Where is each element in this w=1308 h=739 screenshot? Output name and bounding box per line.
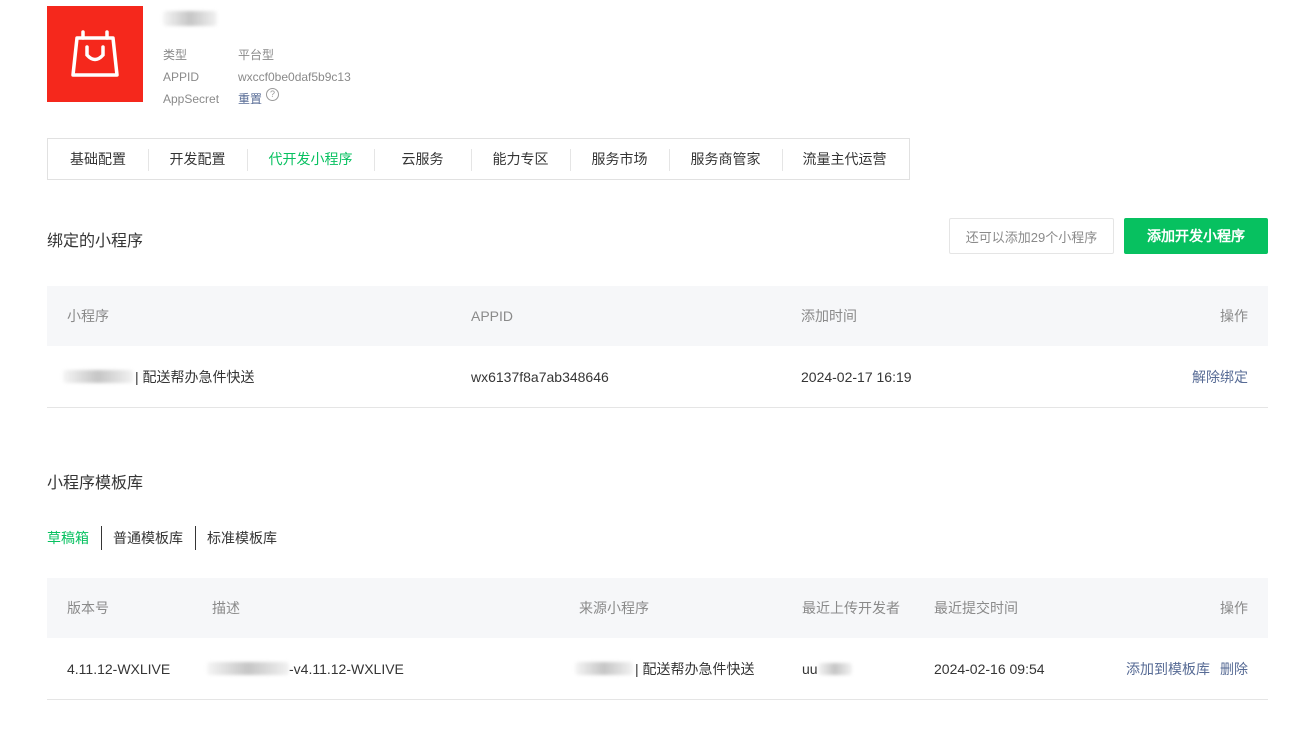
col-header-description: 描述 <box>212 600 240 616</box>
tab-cloud-service[interactable]: 云服务 <box>374 149 471 171</box>
info-row-appsecret: AppSecret 重置 ? <box>163 88 351 110</box>
info-label: AppSecret <box>163 92 220 106</box>
col-header-developer: 最近上传开发者 <box>802 600 900 616</box>
template-section-title: 小程序模板库 <box>47 475 144 492</box>
col-header-action: 操作 <box>1220 308 1248 324</box>
col-header-appid: APPID <box>471 308 514 324</box>
source-cell: | 配送帮办急件快送 <box>575 638 755 700</box>
add-miniprogram-button[interactable]: 添加开发小程序 <box>1124 218 1268 254</box>
main-tabs: 基础配置 开发配置 代开发小程序 云服务 能力专区 服务市场 服务商管家 流量主… <box>47 138 910 180</box>
help-question-icon[interactable]: ? <box>266 88 280 101</box>
submit-time-cell: 2024-02-16 09:54 <box>934 661 1045 677</box>
tab-service-butler[interactable]: 服务商管家 <box>669 149 782 171</box>
table-row: 4.11.12-WXLIVE -v4.11.12-WXLIVE | 配送帮办急件… <box>47 638 1268 700</box>
add-time-cell: 2024-02-17 16:19 <box>801 369 912 385</box>
info-value: 平台型 <box>238 48 275 62</box>
tab-proxy-dev-miniprogram[interactable]: 代开发小程序 <box>247 149 374 171</box>
col-header-source: 来源小程序 <box>579 600 649 616</box>
template-table-header: 版本号 描述 来源小程序 最近上传开发者 最近提交时间 操作 <box>47 578 1268 638</box>
miniprogram-name-cell: | 配送帮办急件快送 <box>63 346 255 408</box>
tab-dev-config[interactable]: 开发配置 <box>148 149 247 171</box>
reset-secret-link[interactable]: 重置 <box>238 88 262 110</box>
info-value: wxccf0be0daf5b9c13 <box>238 70 351 84</box>
info-label: APPID <box>163 70 200 84</box>
app-name-redacted <box>163 11 217 26</box>
info-label: 类型 <box>163 48 188 62</box>
shopping-bag-icon <box>71 30 119 77</box>
info-row-type: 类型 平台型 <box>163 44 351 66</box>
subtab-drafts[interactable]: 草稿箱 <box>47 526 101 550</box>
template-subtabs: 草稿箱 普通模板库 标准模板库 <box>47 526 289 550</box>
delete-link[interactable]: 删除 <box>1220 638 1248 700</box>
tab-basic-config[interactable]: 基础配置 <box>48 149 148 169</box>
info-row-appid: APPID wxccf0be0daf5b9c13 <box>163 66 351 88</box>
app-logo <box>47 6 143 102</box>
col-header-miniprogram: 小程序 <box>67 308 109 324</box>
subtab-normal-templates[interactable]: 普通模板库 <box>101 526 195 550</box>
tab-traffic-operation[interactable]: 流量主代运营 <box>782 149 907 171</box>
subtab-standard-templates[interactable]: 标准模板库 <box>195 526 289 550</box>
description-cell: -v4.11.12-WXLIVE <box>207 638 404 700</box>
app-info: 类型 平台型 APPID wxccf0be0daf5b9c13 AppSecre… <box>163 44 351 110</box>
quota-text: 还可以添加29个小程序 <box>949 218 1114 254</box>
version-cell: 4.11.12-WXLIVE <box>67 661 171 677</box>
bound-section-title: 绑定的小程序 <box>47 233 144 250</box>
add-to-template-link[interactable]: 添加到模板库 <box>1126 638 1210 700</box>
developer-cell: uu <box>802 638 852 700</box>
unbind-link[interactable]: 解除绑定 <box>1192 346 1248 408</box>
bound-table-header: 小程序 APPID 添加时间 操作 <box>47 286 1268 346</box>
col-header-add-time: 添加时间 <box>801 308 857 324</box>
col-header-submit-time: 最近提交时间 <box>934 600 1018 616</box>
appid-cell: wx6137f8a7ab348646 <box>471 369 609 385</box>
tab-capability-zone[interactable]: 能力专区 <box>471 149 570 171</box>
tab-service-market[interactable]: 服务市场 <box>570 149 669 171</box>
col-header-action: 操作 <box>1220 600 1248 616</box>
table-row: | 配送帮办急件快送 wx6137f8a7ab348646 2024-02-17… <box>47 346 1268 408</box>
col-header-version: 版本号 <box>67 600 109 616</box>
